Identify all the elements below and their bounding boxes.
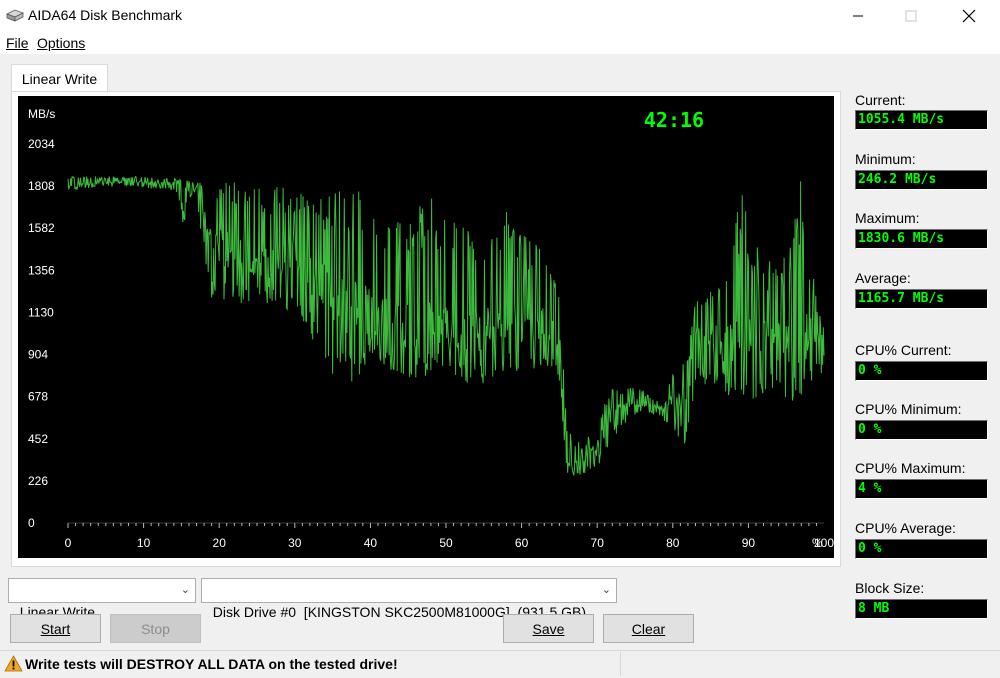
minimize-icon <box>853 15 863 17</box>
x-tick-label: 30 <box>288 536 302 550</box>
start-button-label: Start <box>40 620 71 637</box>
x-tick-label: 90 <box>742 536 756 550</box>
y-tick-label: 226 <box>28 474 48 488</box>
save-button-label: Save <box>532 620 565 637</box>
x-tick-label: 40 <box>364 536 378 550</box>
close-button[interactable] <box>946 0 992 32</box>
y-axis-label: MB/s <box>28 107 55 121</box>
minimum-label: Minimum: <box>855 151 916 167</box>
drive-select[interactable]: Disk Drive #0 [KINGSTON SKC2500M81000G] … <box>201 578 617 620</box>
y-tick-label: 1356 <box>28 263 55 277</box>
block-size-value: 8 MB <box>855 599 988 619</box>
maximize-icon <box>905 10 917 22</box>
stop-button[interactable]: Stop <box>110 614 201 643</box>
y-tick-label: 0 <box>28 516 35 530</box>
close-icon <box>962 9 976 23</box>
x-tick-labels: 0 10 20 30 40 50 60 70 80 90 100 <box>65 536 834 550</box>
warning-icon <box>4 655 23 672</box>
cpu-current-label: CPU% Current: <box>855 342 952 358</box>
cpu-maximum-label: CPU% Maximum: <box>855 460 966 476</box>
maximum-value: 1830.6 MB/s <box>855 229 988 249</box>
chart-grid <box>67 522 824 528</box>
save-button[interactable]: Save <box>503 614 594 643</box>
average-label: Average: <box>855 270 911 286</box>
series-write-speed <box>67 175 825 476</box>
y-tick-label: 678 <box>28 390 48 404</box>
stop-button-label: Stop <box>141 620 170 637</box>
y-tick-label: 1130 <box>28 305 54 319</box>
maximum-label: Maximum: <box>855 210 920 226</box>
x-tick-label: 80 <box>666 536 680 550</box>
menu-file-label: File <box>6 35 29 51</box>
x-axis-unit: % <box>812 536 823 550</box>
y-tick-label: 1582 <box>28 221 55 235</box>
test-type-select[interactable]: Linear Write ⌄ <box>8 578 196 620</box>
menu-options-label: Options <box>37 35 86 51</box>
cpu-average-value: 0 % <box>855 539 988 559</box>
title-bar: AIDA64 Disk Benchmark <box>0 0 1000 32</box>
benchmark-chart: 0 226 452 678 904 1130 1356 1582 1808 2034 0 10 20 3… <box>18 96 834 558</box>
minimum-value: 246.2 MB/s <box>855 170 988 190</box>
minimize-button[interactable] <box>835 0 881 32</box>
x-tick-label: 10 <box>137 536 151 550</box>
status-divider <box>620 652 621 676</box>
menu-file[interactable]: File <box>6 35 29 51</box>
y-tick-label: 904 <box>28 348 48 362</box>
x-tick-label: 0 <box>65 536 72 550</box>
x-tick-label: 60 <box>515 536 529 550</box>
y-tick-labels: 0 226 452 678 904 1130 1356 1582 1808 2034 <box>28 137 55 530</box>
write-speed-line <box>67 175 825 476</box>
block-size-label: Block Size: <box>855 580 925 596</box>
y-tick-label: 452 <box>28 432 48 446</box>
x-tick-label: 20 <box>213 536 227 550</box>
current-label: Current: <box>855 92 906 108</box>
chevron-down-icon: ⌄ <box>601 584 611 596</box>
x-tick-label: 50 <box>439 536 453 550</box>
maximize-button[interactable] <box>888 0 934 32</box>
y-tick-label: 2034 <box>28 137 55 151</box>
clear-button[interactable]: Clear <box>603 614 694 643</box>
cpu-current-value: 0 % <box>855 361 988 381</box>
cpu-minimum-value: 0 % <box>855 420 988 440</box>
menu-bar: File Options <box>0 32 1000 54</box>
cpu-maximum-value: 4 % <box>855 479 988 499</box>
y-tick-label: 1808 <box>28 179 55 193</box>
cpu-average-label: CPU% Average: <box>855 520 956 536</box>
cpu-minimum-label: CPU% Minimum: <box>855 401 962 417</box>
warning-message: Write tests will DESTROY ALL DATA on the… <box>25 656 398 672</box>
start-button[interactable]: Start <box>10 614 101 643</box>
elapsed-timer: 42:16 <box>644 108 704 132</box>
x-tick-label: 70 <box>591 536 605 550</box>
chevron-down-icon: ⌄ <box>180 584 190 596</box>
disk-drive-icon <box>6 9 24 22</box>
clear-button-label: Clear <box>631 620 666 637</box>
average-value: 1165.7 MB/s <box>855 289 988 309</box>
current-value: 1055.4 MB/s <box>855 110 988 130</box>
menu-options[interactable]: Options <box>37 35 85 51</box>
tab-linear-write[interactable]: Linear Write <box>11 64 108 92</box>
window-title: AIDA64 Disk Benchmark <box>28 7 183 23</box>
